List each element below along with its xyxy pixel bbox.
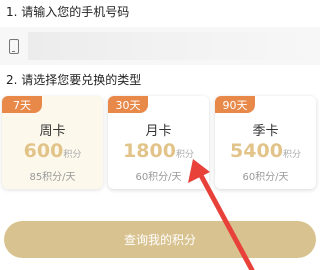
card-points-unit: 积分 xyxy=(63,150,82,160)
query-points-button[interactable]: 查询我的积分 xyxy=(4,221,316,258)
card-points: 600积分 xyxy=(2,140,103,162)
card-duration-tag: 90天 xyxy=(215,96,255,113)
card-points-value: 5400 xyxy=(230,140,283,162)
card-points-value: 1800 xyxy=(123,140,176,162)
card-points-value: 600 xyxy=(23,140,64,162)
card-monthly[interactable]: 30天 月卡 1800积分 60积分/天 xyxy=(108,96,209,189)
phone-input[interactable] xyxy=(28,32,314,60)
step1-label: 1. 请输入您的手机号码 xyxy=(6,5,130,19)
card-name: 季卡 xyxy=(252,124,279,139)
phone-icon xyxy=(9,39,19,54)
step2-label: 2. 请选择您要兑换的类型 xyxy=(6,73,142,87)
card-rate: 60积分/天 xyxy=(242,172,289,183)
card-rate: 85积分/天 xyxy=(29,172,76,183)
card-duration-tag: 30天 xyxy=(108,96,148,113)
card-name: 月卡 xyxy=(145,124,172,139)
card-points: 1800积分 xyxy=(108,140,209,162)
card-points-unit: 积分 xyxy=(175,150,194,160)
card-rate: 60积分/天 xyxy=(135,172,182,183)
card-points-unit: 积分 xyxy=(282,150,301,160)
phone-row xyxy=(0,27,320,65)
card-duration-tag: 7天 xyxy=(2,96,42,113)
card-name: 周卡 xyxy=(39,124,66,139)
card-points: 5400积分 xyxy=(215,140,316,162)
card-quarterly[interactable]: 90天 季卡 5400积分 60积分/天 xyxy=(215,96,316,189)
card-weekly[interactable]: 7天 周卡 600积分 85积分/天 xyxy=(2,96,103,189)
